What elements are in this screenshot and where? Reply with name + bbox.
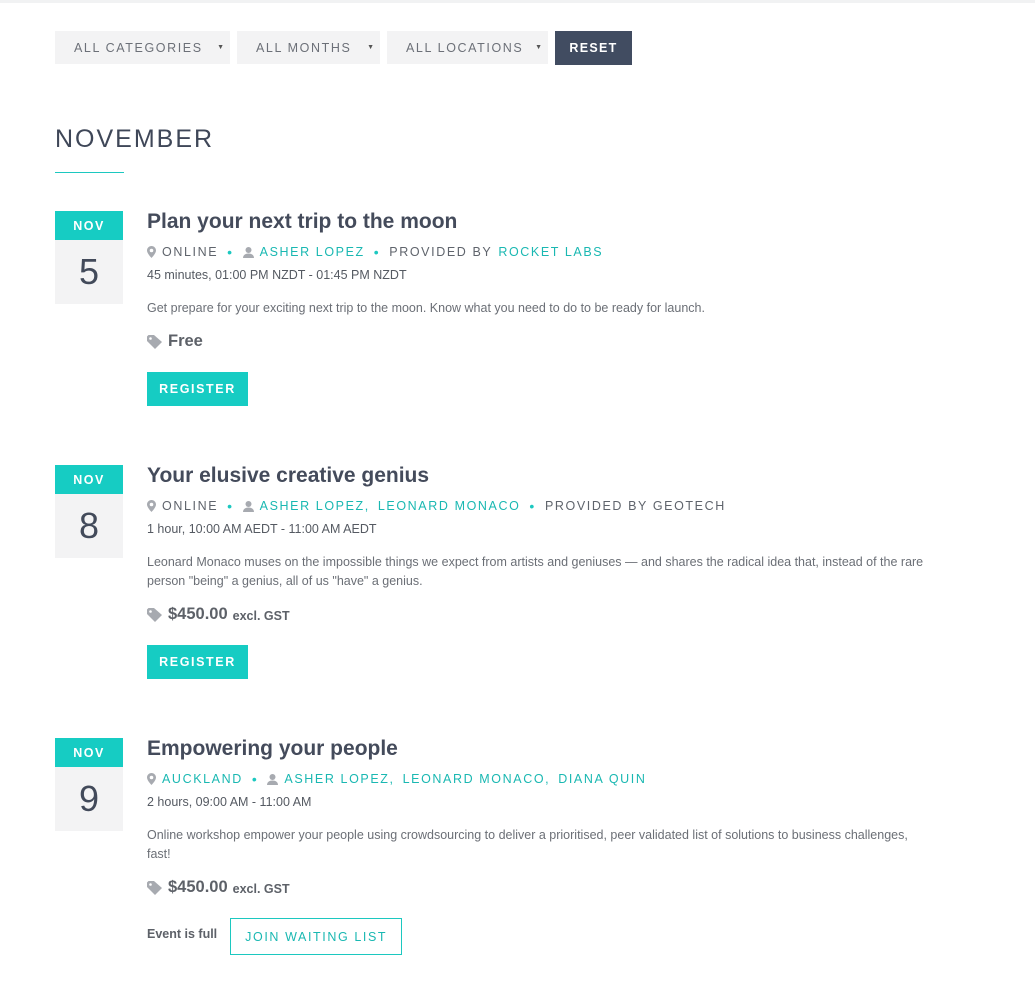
event-price: $450.00 excl. GST xyxy=(147,605,937,624)
provider-link[interactable]: ROCKET LABS xyxy=(498,245,603,259)
event-time: 45 minutes, 01:00 PM NZDT - 01:45 PM NZD… xyxy=(147,268,407,282)
presenter-link[interactable]: LEONARD MONACO xyxy=(403,772,546,786)
event-price: Free xyxy=(147,332,937,351)
location-select-label: ALL LOCATIONS xyxy=(406,40,524,55)
meta-separator: • xyxy=(227,244,234,260)
event-title[interactable]: Plan your next trip to the moon xyxy=(147,210,937,234)
provided-by-label: PROVIDED BY xyxy=(389,245,493,259)
date-badge: NOV 8 xyxy=(55,465,123,558)
presenter-link[interactable]: ASHER LOPEZ xyxy=(284,772,389,786)
waiting-list-row: Event is full JOIN WAITING LIST xyxy=(147,918,937,955)
presenter-separator: , xyxy=(545,772,551,786)
category-select[interactable]: ALL CATEGORIES ▼ xyxy=(55,31,230,64)
meta-separator: • xyxy=(529,498,536,514)
price-amount: $450.00 xyxy=(168,605,228,623)
presenter-separator: , xyxy=(389,772,395,786)
price-amount: Free xyxy=(168,332,203,350)
event-description: Get prepare for your exciting next trip … xyxy=(147,301,705,315)
presenter-link[interactable]: DIANA QUIN xyxy=(558,772,646,786)
month-select-label: ALL MONTHS xyxy=(256,40,352,55)
top-border xyxy=(0,0,1035,3)
price-tag-icon xyxy=(147,880,163,895)
event-time: 1 hour, 10:00 AM AEDT - 11:00 AM AEDT xyxy=(147,522,377,536)
map-pin-icon xyxy=(147,500,156,512)
person-icon xyxy=(242,500,254,512)
caret-down-icon: ▼ xyxy=(217,44,224,51)
event-title[interactable]: Empowering your people xyxy=(147,737,937,761)
date-month: NOV xyxy=(55,211,123,240)
register-button[interactable]: REGISTER xyxy=(147,645,248,679)
reset-button[interactable]: RESET xyxy=(555,31,632,65)
meta-separator: • xyxy=(251,771,259,787)
filter-bar: ALL CATEGORIES ▼ ALL MONTHS ▼ ALL LOCATI… xyxy=(55,31,632,65)
price-suffix: excl. GST xyxy=(232,608,290,623)
person-icon xyxy=(267,773,279,785)
date-month: NOV xyxy=(55,738,123,767)
map-pin-icon xyxy=(147,246,156,258)
meta-separator: • xyxy=(227,498,234,514)
event-meta: ONLINE • ASHER LOPEZ • PROVIDED BY ROCKE… xyxy=(147,243,937,261)
map-pin-icon xyxy=(147,773,156,785)
register-button[interactable]: REGISTER xyxy=(147,372,248,406)
date-badge: NOV 5 xyxy=(55,211,123,304)
price-suffix: excl. GST xyxy=(232,881,290,896)
date-badge: NOV 9 xyxy=(55,738,123,831)
date-day: 9 xyxy=(55,767,123,831)
event-location: ONLINE xyxy=(162,245,219,259)
presenter-link[interactable]: ASHER LOPEZ xyxy=(260,245,365,259)
location-select[interactable]: ALL LOCATIONS ▼ xyxy=(387,31,548,64)
event-meta: AUCKLAND • ASHER LOPEZ, LEONARD MONACO, … xyxy=(147,770,937,788)
event-time: 2 hours, 09:00 AM - 11:00 AM xyxy=(147,795,312,809)
event-description: Leonard Monaco muses on the impossible t… xyxy=(147,555,924,588)
provided-by-label: PROVIDED BY GEOTECH xyxy=(544,499,726,513)
date-day: 5 xyxy=(55,240,123,304)
event-location[interactable]: AUCKLAND xyxy=(162,772,243,786)
event-title[interactable]: Your elusive creative genius xyxy=(147,464,937,488)
event-full-status: Event is full xyxy=(147,926,218,941)
person-icon xyxy=(242,246,254,258)
event-meta: ONLINE • ASHER LOPEZ, LEONARD MONACO • P… xyxy=(147,497,937,515)
month-select[interactable]: ALL MONTHS ▼ xyxy=(237,31,380,64)
event-location: ONLINE xyxy=(162,499,219,513)
presenter-separator: , xyxy=(364,499,370,513)
join-waiting-list-button[interactable]: JOIN WAITING LIST xyxy=(230,918,403,955)
caret-down-icon: ▼ xyxy=(535,44,542,51)
presenter-link[interactable]: ASHER LOPEZ xyxy=(260,499,365,513)
presenter-link[interactable]: LEONARD MONACO xyxy=(378,499,521,513)
price-tag-icon xyxy=(147,607,163,622)
price-amount: $450.00 xyxy=(168,878,228,896)
price-tag-icon xyxy=(147,334,163,349)
category-select-label: ALL CATEGORIES xyxy=(74,40,203,55)
date-month: NOV xyxy=(55,465,123,494)
date-day: 8 xyxy=(55,494,123,558)
event-description: Online workshop empower your people usin… xyxy=(147,828,908,861)
caret-down-icon: ▼ xyxy=(367,44,374,51)
month-heading-underline xyxy=(55,172,124,173)
meta-separator: • xyxy=(373,244,381,260)
event-price: $450.00 excl. GST xyxy=(147,878,937,897)
month-heading: NOVEMBER xyxy=(55,125,215,153)
